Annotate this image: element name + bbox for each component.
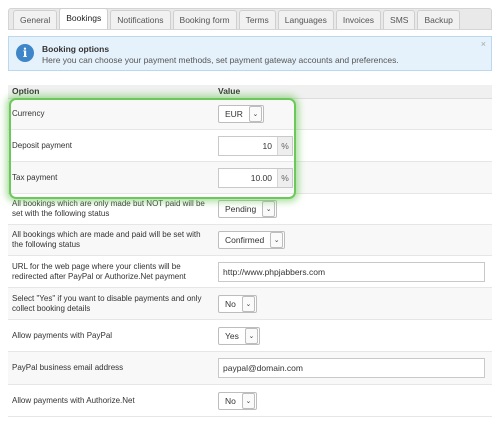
disable-payments-select[interactable]: No ⌄ bbox=[218, 294, 257, 313]
column-header-option: Option bbox=[12, 86, 40, 96]
table-row: Allow payments with PayPal Yes ⌄ bbox=[8, 320, 492, 352]
tab-booking-form[interactable]: Booking form bbox=[172, 10, 237, 29]
option-label-redirect-url: URL for the web page where your clients … bbox=[12, 261, 186, 281]
tab-sms[interactable]: SMS bbox=[383, 10, 416, 29]
option-label-tax: Tax payment bbox=[12, 172, 58, 182]
option-label-deposit: Deposit payment bbox=[12, 140, 73, 150]
paid-status-select[interactable]: Confirmed ⌄ bbox=[218, 231, 286, 249]
allow-paypal-select[interactable]: Yes ⌄ bbox=[218, 326, 260, 345]
allow-authorize-value: No bbox=[225, 395, 236, 406]
tab-general[interactable]: General bbox=[13, 10, 58, 29]
disable-payments-value: No bbox=[225, 298, 236, 309]
column-header-value: Value bbox=[218, 86, 241, 96]
table-row: Deposit payment 10 % bbox=[8, 130, 492, 162]
allow-paypal-value: Yes bbox=[225, 330, 239, 341]
redirect-url-input[interactable]: http://www.phpjabbers.com bbox=[218, 261, 485, 282]
options-table: Option Value Currency EUR ⌄ Deposit paym… bbox=[8, 85, 492, 417]
table-row: URL for the web page where your clients … bbox=[8, 256, 492, 288]
tab-bookings[interactable]: Bookings bbox=[59, 8, 109, 29]
tab-invoices[interactable]: Invoices bbox=[335, 10, 382, 29]
paid-status-value: Confirmed bbox=[225, 235, 265, 245]
option-label-paid-status: All bookings which are made and paid wil… bbox=[12, 230, 201, 249]
allow-authorize-select[interactable]: No ⌄ bbox=[218, 391, 257, 410]
tax-payment-value: 10.00 bbox=[250, 172, 272, 183]
deposit-payment-input[interactable]: 10 % bbox=[218, 135, 293, 156]
percent-unit: % bbox=[277, 136, 292, 155]
table-row: PayPal business email address paypal@dom… bbox=[8, 352, 492, 385]
table-row: Allow payments with Authorize.Net No ⌄ bbox=[8, 385, 492, 417]
tab-terms[interactable]: Terms bbox=[238, 10, 276, 29]
close-icon[interactable]: × bbox=[481, 39, 486, 49]
chevron-down-icon: ⌄ bbox=[241, 295, 255, 312]
table-row: Tax payment 10.00 % bbox=[8, 162, 492, 194]
table-row: All bookings which are made and paid wil… bbox=[8, 225, 492, 256]
info-text: Here you can choose your payment methods… bbox=[42, 55, 399, 65]
paypal-email-input[interactable]: paypal@domain.com bbox=[218, 358, 485, 378]
tab-notifications[interactable]: Notifications bbox=[110, 10, 171, 29]
option-label-allow-authorize: Allow payments with Authorize.Net bbox=[12, 395, 135, 405]
chevron-down-icon: ⌄ bbox=[241, 392, 255, 409]
table-row: Currency EUR ⌄ bbox=[8, 99, 492, 130]
deposit-payment-value: 10 bbox=[262, 140, 272, 151]
option-label-allow-paypal: Allow payments with PayPal bbox=[12, 330, 113, 340]
option-label-paypal-email: PayPal business email address bbox=[12, 363, 124, 372]
tab-languages[interactable]: Languages bbox=[277, 10, 334, 29]
tax-payment-input[interactable]: 10.00 % bbox=[218, 167, 293, 188]
option-label-currency: Currency bbox=[12, 109, 45, 118]
option-label-unpaid-status: All bookings which are only made but NOT… bbox=[12, 199, 205, 218]
chevron-down-icon: ⌄ bbox=[262, 201, 276, 217]
table-row: All bookings which are only made but NOT… bbox=[8, 194, 492, 225]
chevron-down-icon: ⌄ bbox=[248, 106, 262, 122]
currency-select-value: EUR bbox=[225, 109, 243, 119]
unpaid-status-value: Pending bbox=[225, 204, 257, 214]
table-row: Select "Yes" if you want to disable paym… bbox=[8, 288, 492, 320]
info-icon: i bbox=[16, 44, 34, 62]
chevron-down-icon: ⌄ bbox=[244, 327, 258, 344]
percent-unit: % bbox=[277, 168, 292, 187]
table-header: Option Value bbox=[8, 85, 492, 99]
chevron-down-icon: ⌄ bbox=[270, 232, 284, 248]
unpaid-status-select[interactable]: Pending ⌄ bbox=[218, 200, 278, 218]
settings-tabs: General Bookings Notifications Booking f… bbox=[8, 8, 492, 30]
tab-backup[interactable]: Backup bbox=[417, 10, 460, 29]
info-title: Booking options bbox=[42, 44, 110, 54]
info-box: i Booking options Here you can choose yo… bbox=[8, 36, 492, 71]
currency-select[interactable]: EUR ⌄ bbox=[218, 105, 264, 123]
option-label-disable-payments: Select "Yes" if you want to disable paym… bbox=[12, 293, 202, 313]
